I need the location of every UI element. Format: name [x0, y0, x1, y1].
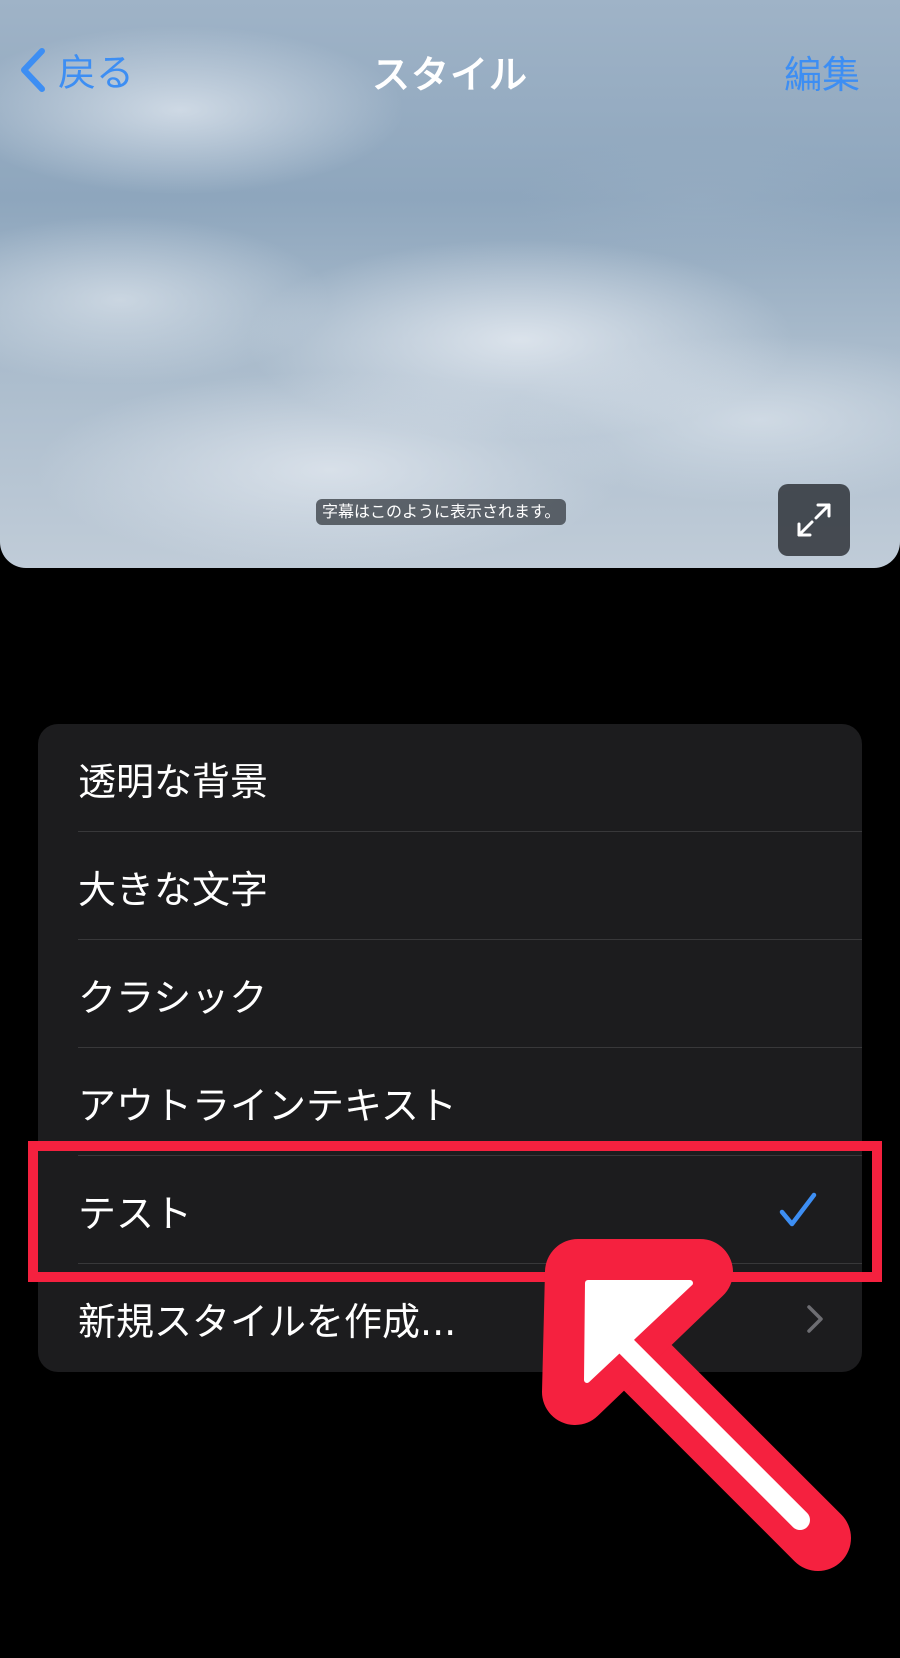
checkmark-icon — [779, 1192, 817, 1227]
style-option-label: 透明な背景 — [78, 759, 269, 804]
caption-sample-text: 字幕はこのように表示されます。 — [316, 499, 567, 525]
style-option-transparent-background[interactable]: 透明な背景 — [38, 724, 862, 832]
style-option-outline-text[interactable]: アウトラインテキスト — [38, 1048, 862, 1156]
style-option-label: クラシック — [78, 975, 268, 1020]
style-list: 透明な背景 大きな文字 クラシック アウトラインテキスト テスト 新規スタイルを… — [38, 724, 862, 1372]
style-option-large-text[interactable]: 大きな文字 — [38, 832, 862, 940]
style-option-label: アウトラインテキスト — [78, 1083, 457, 1128]
style-option-label: テスト — [78, 1191, 193, 1236]
edit-button[interactable]: 編集 — [784, 44, 860, 99]
page-title: スタイル — [371, 53, 528, 97]
create-new-style-label: 新規スタイルを作成... — [78, 1299, 457, 1344]
chevron-right-icon — [807, 1305, 823, 1333]
caption-preview: 戻る スタイル 編集 字幕はこのように表示されます。 — [0, 0, 900, 568]
style-option-classic[interactable]: クラシック — [38, 940, 862, 1048]
style-option-test[interactable]: テスト — [38, 1156, 862, 1264]
expand-arrows-icon — [797, 503, 831, 537]
create-new-style-button[interactable]: 新規スタイルを作成... — [38, 1264, 862, 1372]
expand-button[interactable] — [778, 484, 850, 556]
style-option-label: 大きな文字 — [78, 867, 269, 912]
screen: 戻る スタイル 編集 字幕はこのように表示されます。 透明な背景 大きな文字 ク… — [0, 0, 900, 1658]
